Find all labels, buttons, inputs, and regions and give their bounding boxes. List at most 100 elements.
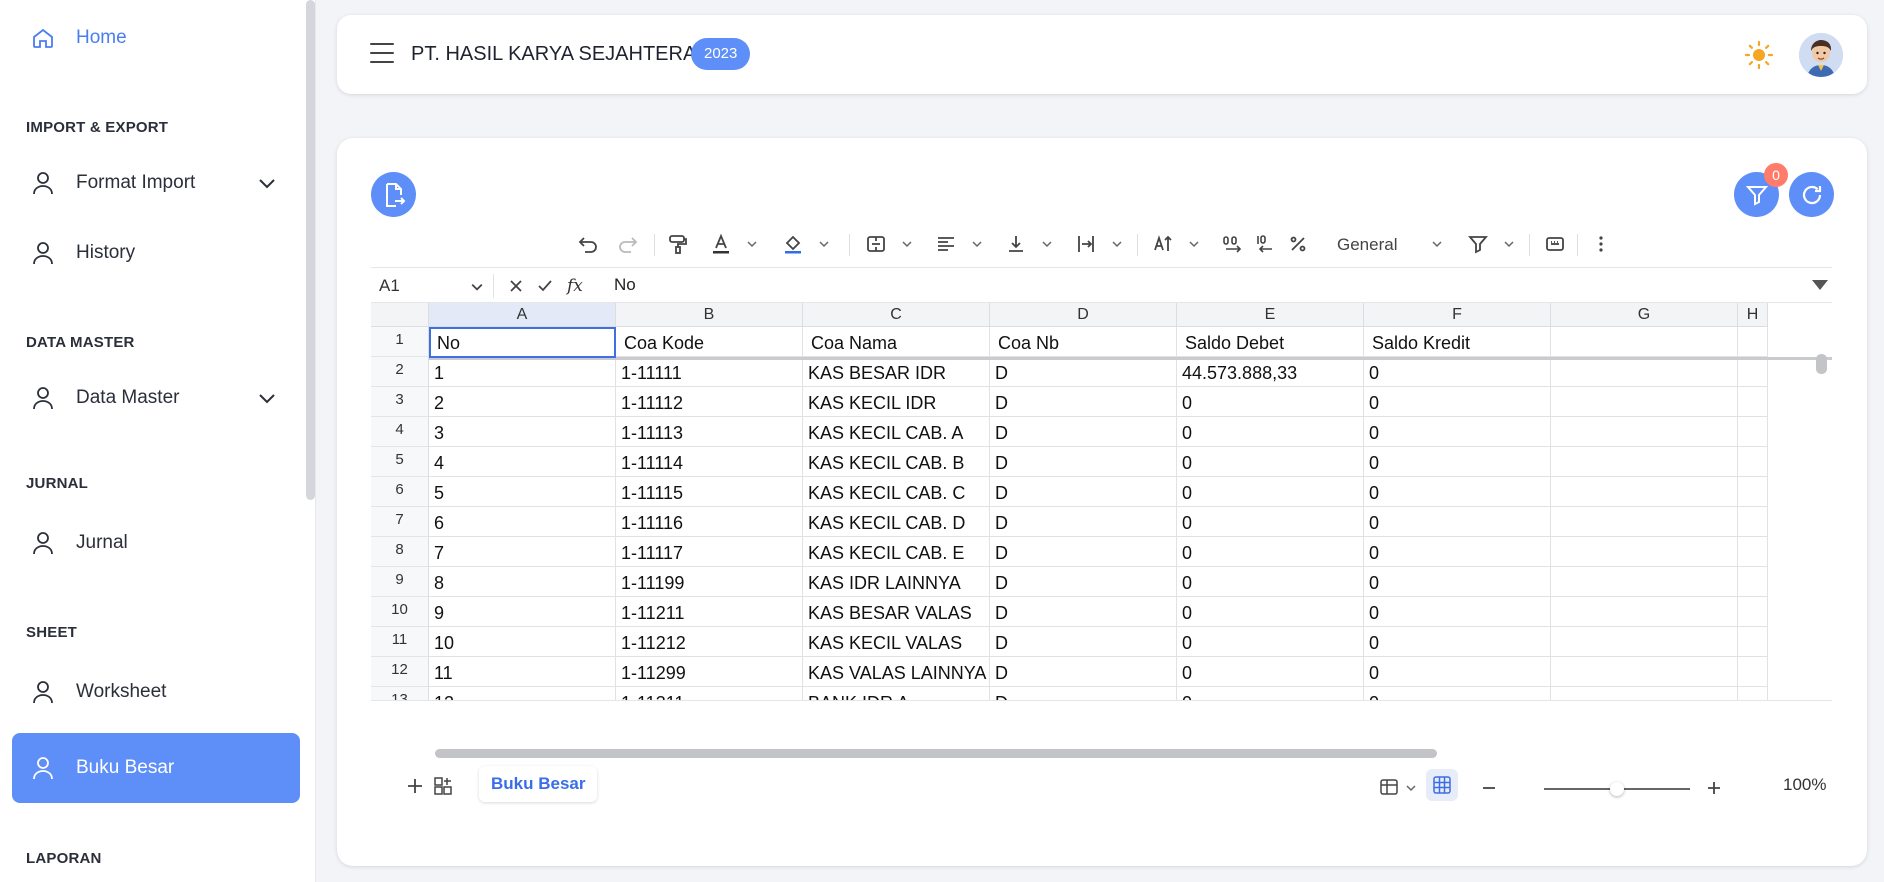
number-format-select[interactable]: General bbox=[1337, 235, 1397, 255]
data-cell[interactable]: 0 bbox=[1364, 567, 1551, 597]
more-options-button[interactable] bbox=[1590, 232, 1612, 256]
empty-cell[interactable] bbox=[1551, 507, 1738, 537]
sun-icon[interactable] bbox=[1744, 40, 1774, 70]
increase-decimal-button[interactable] bbox=[1221, 232, 1243, 256]
data-cell[interactable]: 0 bbox=[1364, 687, 1551, 700]
chevron-down-icon[interactable] bbox=[747, 239, 757, 249]
freeze-panes-icon[interactable] bbox=[1379, 777, 1399, 797]
chevron-down-icon[interactable] bbox=[1112, 239, 1122, 249]
data-cell[interactable]: 6 bbox=[429, 507, 616, 537]
data-cell[interactable]: 12 bbox=[429, 687, 616, 700]
empty-cell[interactable] bbox=[1551, 687, 1738, 700]
data-cell[interactable]: 0 bbox=[1364, 477, 1551, 507]
data-cell[interactable]: D bbox=[990, 477, 1177, 507]
empty-cell[interactable] bbox=[1738, 477, 1768, 507]
data-cell[interactable]: D bbox=[990, 357, 1177, 387]
merge-cells-button[interactable] bbox=[865, 232, 887, 256]
data-cell[interactable]: D bbox=[990, 687, 1177, 700]
row-header[interactable]: 7 bbox=[371, 507, 429, 537]
zoom-slider-handle[interactable] bbox=[1610, 782, 1624, 796]
data-cell[interactable]: BANK IDR A bbox=[803, 687, 990, 700]
header-cell[interactable]: Coa Kode bbox=[616, 327, 803, 357]
fill-color-button[interactable] bbox=[782, 232, 804, 256]
data-cell[interactable]: 0 bbox=[1177, 567, 1364, 597]
empty-cell[interactable] bbox=[1551, 597, 1738, 627]
empty-cell[interactable] bbox=[1738, 507, 1768, 537]
chevron-down-icon[interactable] bbox=[1042, 239, 1052, 249]
vertical-align-button[interactable] bbox=[1005, 232, 1027, 256]
data-cell[interactable]: D bbox=[990, 507, 1177, 537]
percent-button[interactable] bbox=[1287, 232, 1309, 256]
chevron-down-icon[interactable] bbox=[972, 239, 982, 249]
data-cell[interactable]: 0 bbox=[1364, 597, 1551, 627]
column-header[interactable]: F bbox=[1364, 303, 1551, 327]
empty-cell[interactable] bbox=[1738, 447, 1768, 477]
row-header[interactable]: 12 bbox=[371, 657, 429, 687]
data-cell[interactable]: D bbox=[990, 417, 1177, 447]
export-file-button[interactable] bbox=[371, 172, 416, 217]
data-cell[interactable]: 5 bbox=[429, 477, 616, 507]
sidebar-item-format-import[interactable]: Format Import bbox=[12, 150, 300, 216]
spreadsheet-grid[interactable]: ABCDEFGH123456789101112131415NoCoa KodeC… bbox=[371, 303, 1832, 701]
data-cell[interactable]: 1-11299 bbox=[616, 657, 803, 687]
empty-cell[interactable] bbox=[1551, 477, 1738, 507]
data-cell[interactable]: 0 bbox=[1364, 657, 1551, 687]
expand-formula-icon[interactable] bbox=[1812, 280, 1828, 292]
sheet-list-icon[interactable] bbox=[433, 776, 453, 796]
data-cell[interactable]: 1-11117 bbox=[616, 537, 803, 567]
format-painter-button[interactable] bbox=[667, 232, 689, 256]
data-cell[interactable]: KAS BESAR VALAS bbox=[803, 597, 990, 627]
refresh-button[interactable] bbox=[1789, 172, 1834, 217]
data-cell[interactable]: 0 bbox=[1364, 447, 1551, 477]
empty-cell[interactable] bbox=[1551, 657, 1738, 687]
header-cell[interactable]: Saldo Debet bbox=[1177, 327, 1364, 357]
confirm-icon[interactable] bbox=[537, 278, 553, 294]
column-header[interactable]: H bbox=[1738, 303, 1768, 327]
formula-input[interactable]: No bbox=[614, 275, 636, 295]
data-cell[interactable]: KAS VALAS LAINNYA bbox=[803, 657, 990, 687]
data-cell[interactable]: D bbox=[990, 447, 1177, 477]
data-cell[interactable]: 1 bbox=[429, 357, 616, 387]
data-cell[interactable]: KAS KECIL IDR bbox=[803, 387, 990, 417]
align-button[interactable] bbox=[935, 232, 957, 256]
text-wrap-button[interactable] bbox=[1075, 232, 1097, 256]
sidebar-item-history[interactable]: History bbox=[12, 220, 300, 286]
data-cell[interactable]: KAS KECIL CAB. C bbox=[803, 477, 990, 507]
row-header[interactable]: 5 bbox=[371, 447, 429, 477]
data-cell[interactable]: 1-11212 bbox=[616, 627, 803, 657]
gridlines-toggle[interactable] bbox=[1426, 769, 1458, 801]
data-cell[interactable]: 0 bbox=[1177, 687, 1364, 700]
data-cell[interactable]: 0 bbox=[1177, 387, 1364, 417]
empty-cell[interactable] bbox=[1738, 657, 1768, 687]
data-cell[interactable]: 0 bbox=[1364, 627, 1551, 657]
empty-cell[interactable] bbox=[1738, 357, 1768, 387]
filter-toolbar-button[interactable] bbox=[1467, 232, 1489, 256]
data-cell[interactable]: 9 bbox=[429, 597, 616, 627]
data-cell[interactable]: KAS KECIL CAB. E bbox=[803, 537, 990, 567]
header-cell[interactable]: Coa Nama bbox=[803, 327, 990, 357]
chevron-down-icon[interactable] bbox=[1504, 239, 1514, 249]
zoom-out-icon[interactable] bbox=[1481, 780, 1497, 796]
data-cell[interactable]: 4 bbox=[429, 447, 616, 477]
chevron-down-icon[interactable] bbox=[819, 239, 829, 249]
sidebar-item-buku-besar[interactable]: Buku Besar bbox=[12, 733, 300, 803]
data-cell[interactable]: KAS KECIL VALAS bbox=[803, 627, 990, 657]
data-cell[interactable]: 0 bbox=[1177, 657, 1364, 687]
chevron-down-icon[interactable] bbox=[1406, 783, 1416, 793]
data-cell[interactable]: KAS KECIL CAB. A bbox=[803, 417, 990, 447]
cancel-icon[interactable] bbox=[508, 278, 524, 294]
empty-cell[interactable] bbox=[1551, 567, 1738, 597]
empty-cell[interactable] bbox=[1738, 687, 1768, 700]
data-cell[interactable]: D bbox=[990, 387, 1177, 417]
empty-cell[interactable] bbox=[1551, 537, 1738, 567]
row-header[interactable]: 8 bbox=[371, 537, 429, 567]
cell-reference-box[interactable]: A1 bbox=[379, 276, 400, 296]
chevron-down-icon[interactable] bbox=[1432, 239, 1442, 249]
data-cell[interactable]: 1-11116 bbox=[616, 507, 803, 537]
column-header[interactable]: B bbox=[616, 303, 803, 327]
data-cell[interactable]: 0 bbox=[1177, 417, 1364, 447]
empty-cell[interactable] bbox=[1551, 387, 1738, 417]
column-header[interactable]: D bbox=[990, 303, 1177, 327]
data-cell[interactable]: 1-11115 bbox=[616, 477, 803, 507]
empty-cell[interactable] bbox=[1551, 357, 1738, 387]
